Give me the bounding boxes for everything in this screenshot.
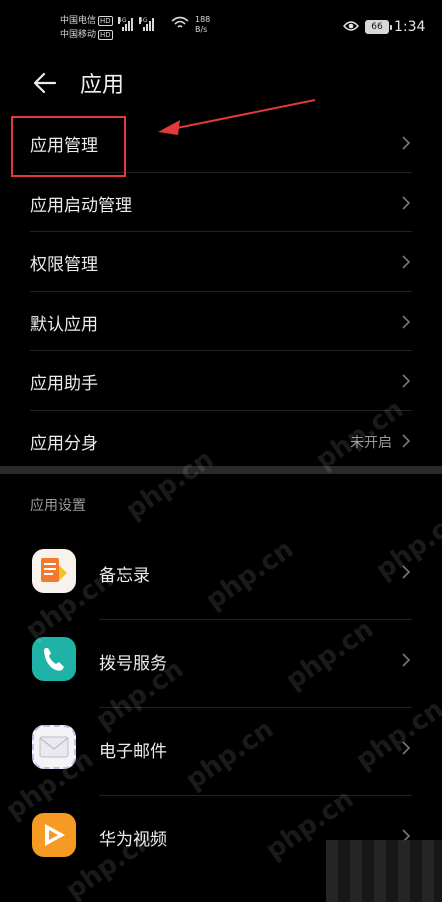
- menu-item-app-twin[interactable]: 应用分身 未开启: [0, 411, 442, 471]
- chevron-right-icon: [402, 741, 411, 755]
- carrier-info: 中国电信 HD 中国移动 HD: [60, 14, 113, 42]
- wifi-icon: [171, 16, 189, 28]
- app-item-label: 华为视频: [99, 830, 167, 850]
- section-title: 应用设置: [30, 498, 86, 514]
- blurred-region: [326, 840, 442, 902]
- chevron-right-icon: [402, 255, 411, 269]
- page-title: 应用: [80, 73, 125, 98]
- app-item-label: 拨号服务: [99, 654, 167, 674]
- app-list: 备忘录 拨号服务 电子邮件 华为视频: [0, 532, 442, 884]
- eye-icon: [343, 21, 359, 31]
- video-icon: [32, 813, 76, 857]
- net-speed-value: 188: [195, 15, 211, 24]
- battery-indicator: 66: [365, 20, 392, 34]
- annotation-arrow-icon: [158, 99, 316, 135]
- highlight-box: [11, 116, 126, 177]
- net-speed-unit: B/s: [195, 25, 208, 34]
- net-type-2: 4G: [139, 17, 148, 24]
- chevron-right-icon: [402, 314, 411, 329]
- net-speed: 188 B/s: [195, 15, 210, 35]
- chevron-right-icon: [402, 433, 411, 448]
- menu-item-value: 未开启: [350, 434, 392, 451]
- menu-item-label: 应用分身: [30, 433, 98, 454]
- app-item-email[interactable]: 电子邮件: [0, 708, 442, 796]
- carrier-2: 中国移动: [60, 30, 97, 40]
- app-item-label: 备忘录: [99, 566, 150, 586]
- net-type-1: 4G: [118, 17, 127, 24]
- menu-item-label: 权限管理: [30, 255, 98, 275]
- hd-badge: HD: [98, 30, 113, 40]
- app-item-label: 电子邮件: [99, 742, 167, 762]
- chevron-right-icon: [402, 653, 411, 667]
- menu-item-label: 应用启动管理: [30, 195, 132, 216]
- signal-group: 4G 4G: [118, 17, 154, 31]
- hd-badge: HD: [98, 16, 113, 26]
- status-bar: 中国电信 HD 中国移动 HD 4G 4G 188 B/s 66 1:34: [0, 0, 442, 56]
- carrier-1: 中国电信: [60, 16, 97, 26]
- email-icon: [32, 725, 76, 769]
- chevron-right-icon: [402, 136, 411, 150]
- app-item-memo[interactable]: 备忘录: [0, 532, 442, 620]
- app-item-dialer[interactable]: 拨号服务: [0, 620, 442, 708]
- signal-icon: 4G: [118, 17, 133, 31]
- chevron-right-icon: [402, 374, 411, 388]
- menu-item-label: 默认应用: [30, 314, 98, 335]
- menu-item-default-apps[interactable]: 默认应用: [0, 292, 442, 351]
- clock: 1:34: [394, 19, 426, 35]
- menu-item-label: 应用助手: [30, 374, 98, 394]
- back-arrow-icon[interactable]: [32, 70, 58, 96]
- menu-item-permission-management[interactable]: 权限管理: [0, 232, 442, 292]
- section-divider: [0, 466, 442, 474]
- menu-item-app-assistant[interactable]: 应用助手: [0, 351, 442, 411]
- signal-icon: 4G: [139, 17, 154, 31]
- phone-icon: [32, 637, 76, 681]
- menu-item-startup-management[interactable]: 应用启动管理: [0, 173, 442, 232]
- memo-icon: [32, 549, 76, 593]
- chevron-right-icon: [402, 195, 411, 210]
- chevron-right-icon: [402, 565, 411, 579]
